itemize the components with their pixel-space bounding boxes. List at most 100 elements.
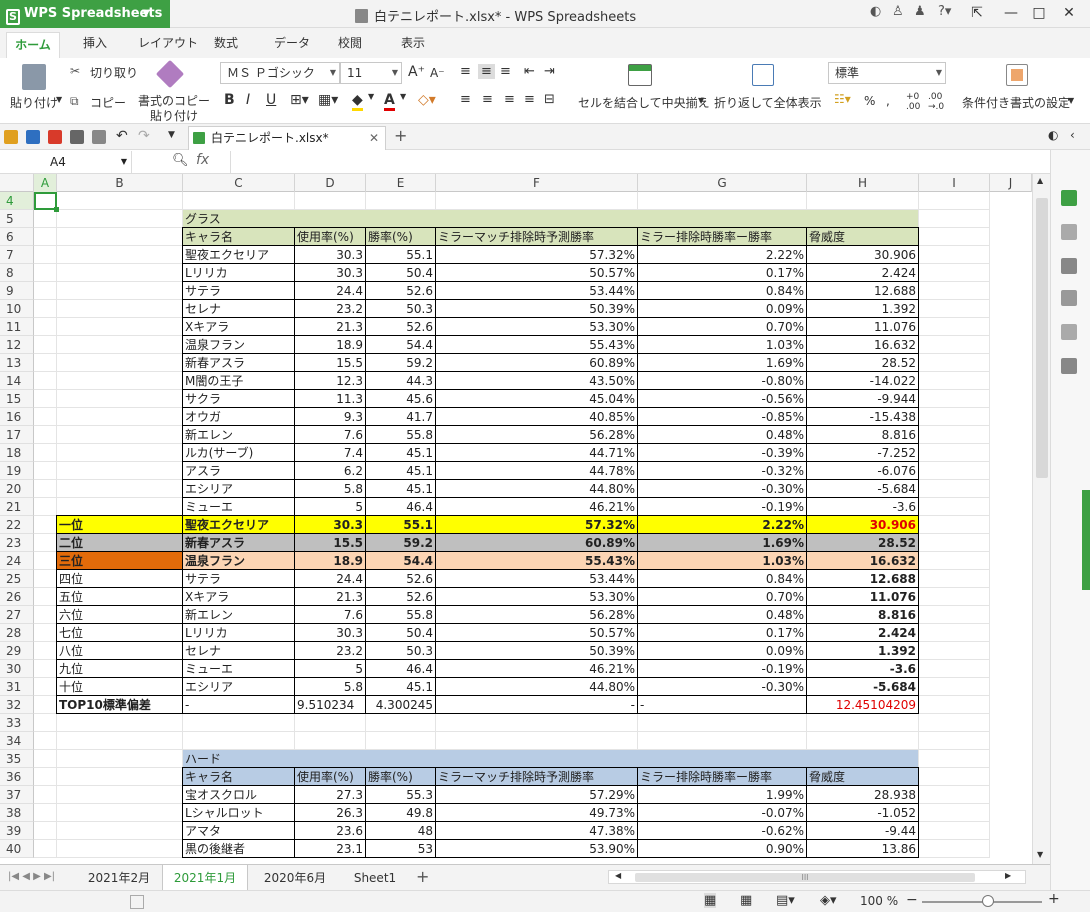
grid-cell[interactable] <box>436 192 638 210</box>
rank-cell[interactable]: 0.84% <box>637 569 807 588</box>
rank-cell[interactable]: 1.69% <box>637 533 807 552</box>
rank-cell[interactable]: 0.48% <box>637 605 807 624</box>
indent-decrease-icon[interactable]: ⇤ <box>524 64 535 79</box>
grass-header[interactable]: 脅威度 <box>806 227 919 246</box>
row-header-24[interactable]: 24 <box>0 552 34 570</box>
hard-cell[interactable]: 55.3 <box>365 785 436 804</box>
grass-cell[interactable]: 1.392 <box>806 299 919 318</box>
align-center-icon[interactable]: ≡ <box>482 92 493 107</box>
hard-cell[interactable]: -1.052 <box>806 803 919 822</box>
grid-cell[interactable] <box>638 732 807 750</box>
grid-cell[interactable] <box>919 642 990 660</box>
grass-cell[interactable]: 0.84% <box>637 281 807 300</box>
row-header-30[interactable]: 30 <box>0 660 34 678</box>
grid-cell[interactable] <box>807 732 919 750</box>
rank-cell[interactable]: 1.03% <box>637 551 807 570</box>
chevron-down-icon[interactable]: ▼ <box>1068 96 1074 105</box>
grid-cell[interactable] <box>57 390 183 408</box>
row-header-12[interactable]: 12 <box>0 336 34 354</box>
underline-button[interactable]: U <box>266 92 276 108</box>
grid-cell[interactable] <box>57 318 183 336</box>
grid-cell[interactable] <box>57 336 183 354</box>
rank-cell[interactable]: 十位 <box>56 677 183 696</box>
sheet-tab-sheet1[interactable]: Sheet1 <box>340 865 410 891</box>
grass-cell[interactable]: 43.50% <box>435 371 638 390</box>
rank-cell[interactable]: 45.1 <box>365 677 436 696</box>
grid-cell[interactable] <box>919 210 990 228</box>
rank-cell[interactable]: 15.5 <box>294 533 366 552</box>
rank-cell[interactable]: 30.3 <box>294 515 366 534</box>
normal-view-icon[interactable]: ▦ <box>704 893 717 908</box>
row-header-36[interactable]: 36 <box>0 768 34 786</box>
rank-cell[interactable]: 四位 <box>56 569 183 588</box>
horizontal-scrollbar[interactable]: ◀ III ▶ <box>608 870 1026 884</box>
row-header-9[interactable]: 9 <box>0 282 34 300</box>
column-header-e[interactable]: E <box>366 174 436 192</box>
grid-cell[interactable] <box>436 714 638 732</box>
stddev-cell[interactable]: 4.300245 <box>365 695 436 714</box>
grid-cell[interactable] <box>919 606 990 624</box>
grass-cell[interactable]: 60.89% <box>435 353 638 372</box>
selected-cell[interactable] <box>34 192 59 212</box>
number-format-select[interactable]: 標準 ▼ <box>828 62 946 84</box>
align-bottom-icon[interactable]: ≡ <box>500 64 511 79</box>
grass-cell[interactable]: -14.022 <box>806 371 919 390</box>
column-header-h[interactable]: H <box>807 174 919 192</box>
row-header-40[interactable]: 40 <box>0 840 34 858</box>
pdf-icon[interactable] <box>48 130 62 144</box>
grid-cell[interactable] <box>919 660 990 678</box>
fill-handle[interactable] <box>54 207 59 212</box>
rank-cell[interactable]: Lリリカ <box>182 623 295 642</box>
grass-cell[interactable]: 44.71% <box>435 443 638 462</box>
grass-cell[interactable]: 30.3 <box>294 245 366 264</box>
grid-cell[interactable] <box>34 678 57 696</box>
column-header-j[interactable]: J <box>990 174 1032 192</box>
rank-cell[interactable]: 2.424 <box>806 623 919 642</box>
grass-cell[interactable]: -0.39% <box>637 443 807 462</box>
chevron-down-icon[interactable]: ▼ <box>698 96 704 105</box>
grass-cell[interactable]: 8.816 <box>806 425 919 444</box>
rank-cell[interactable]: 56.28% <box>435 605 638 624</box>
row-header-29[interactable]: 29 <box>0 642 34 660</box>
grass-cell[interactable]: -0.85% <box>637 407 807 426</box>
grass-cell[interactable]: 聖夜エクセリア <box>182 245 295 264</box>
hard-cell[interactable]: Lシャルロット <box>182 803 295 822</box>
grid-cell[interactable] <box>638 714 807 732</box>
grass-cell[interactable]: 0.70% <box>637 317 807 336</box>
rank-cell[interactable]: 7.6 <box>294 605 366 624</box>
grid-cell[interactable] <box>34 264 57 282</box>
hard-cell[interactable]: アマタ <box>182 821 295 840</box>
grid-cell[interactable] <box>919 552 990 570</box>
grass-cell[interactable]: 52.6 <box>365 281 436 300</box>
hard-cell[interactable]: 53.90% <box>435 839 638 858</box>
grid-cell[interactable] <box>57 354 183 372</box>
sheet-tab-2021-01[interactable]: 2021年1月 <box>162 865 248 891</box>
grid-cell[interactable] <box>919 804 990 822</box>
grass-cell[interactable]: 1.69% <box>637 353 807 372</box>
justify-icon[interactable]: ≡ <box>524 92 535 107</box>
grid-cell[interactable] <box>57 282 183 300</box>
rank-cell[interactable]: 5.8 <box>294 677 366 696</box>
chevron-down-icon[interactable]: ▼ <box>56 95 62 104</box>
hard-header[interactable]: 脅威度 <box>806 767 919 786</box>
indent-increase-icon[interactable]: ⇥ <box>544 64 555 79</box>
grass-cell[interactable]: 5.8 <box>294 479 366 498</box>
new-tab-icon[interactable]: + <box>394 126 407 145</box>
row-header-31[interactable]: 31 <box>0 678 34 696</box>
zoom-level[interactable]: 100 % <box>860 894 898 908</box>
grass-cell[interactable]: エシリア <box>182 479 295 498</box>
backup-icon[interactable] <box>1061 358 1077 374</box>
grid-cell[interactable] <box>57 210 183 228</box>
grid-cell[interactable] <box>34 498 57 516</box>
fill-color-icon[interactable]: ◆ <box>352 92 363 111</box>
grass-cell[interactable]: 0.09% <box>637 299 807 318</box>
grid-cell[interactable] <box>919 768 990 786</box>
tab-data[interactable]: データ <box>274 34 310 51</box>
row-header-32[interactable]: 32 <box>0 696 34 714</box>
rank-cell[interactable]: 0.17% <box>637 623 807 642</box>
grid-cell[interactable] <box>34 228 57 246</box>
grid-cell[interactable] <box>919 534 990 552</box>
function-icon[interactable]: fx <box>196 152 209 168</box>
grass-cell[interactable]: サクラ <box>182 389 295 408</box>
grid-cell[interactable] <box>436 732 638 750</box>
